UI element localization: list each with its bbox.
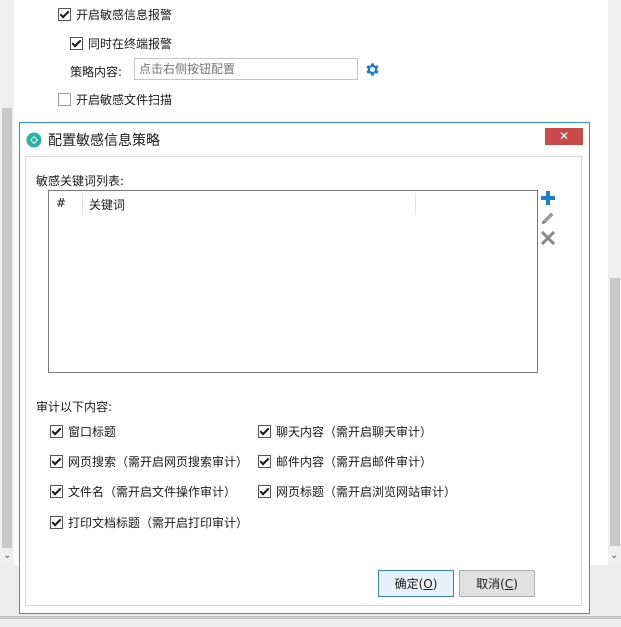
enable-alert-option[interactable]: 开启敏感信息报警 xyxy=(58,6,172,23)
file-scan-checkbox[interactable] xyxy=(58,93,71,106)
audit-option-label: 聊天内容（需开启聊天审计） xyxy=(276,425,433,439)
audit-checkbox[interactable] xyxy=(258,425,271,438)
ok-button-hotkey: O xyxy=(423,576,433,591)
audit-option-label: 网页标题（需开启浏览网站审计） xyxy=(276,485,457,499)
audit-checkbox[interactable] xyxy=(50,425,63,438)
audit-option-label: 邮件内容（需开启邮件审计） xyxy=(276,455,433,469)
file-scan-label: 开启敏感文件扫描 xyxy=(76,93,173,107)
audit-option-label: 网页搜索（需开启网页搜索审计） xyxy=(68,455,249,469)
audit-checkbox[interactable] xyxy=(50,516,63,529)
close-button[interactable]: ✕ xyxy=(545,128,583,145)
enable-alert-label: 开启敏感信息报警 xyxy=(76,8,173,22)
left-scrollbar[interactable]: ⌄ xyxy=(0,0,14,565)
audit-option-chat-content[interactable]: 聊天内容（需开启聊天审计） xyxy=(258,423,432,440)
audit-checkbox[interactable] xyxy=(50,455,63,468)
audit-option-web-search[interactable]: 网页搜索（需开启网页搜索审计） xyxy=(50,453,248,470)
cancel-button-hotkey: C xyxy=(504,576,514,591)
dialog-title-bar: 配置敏感信息策略 xyxy=(26,130,160,150)
audit-option-file-name[interactable]: 文件名（需开启文件操作审计） xyxy=(50,483,236,500)
cancel-button[interactable]: 取消(C) xyxy=(459,570,535,597)
scroll-down-arrow-icon[interactable]: ⌄ xyxy=(610,551,618,561)
terminal-alert-label: 同时在终端报警 xyxy=(88,37,173,51)
dialog-title: 配置敏感信息策略 xyxy=(48,133,160,149)
audit-checkbox[interactable] xyxy=(50,485,63,498)
audit-option-label: 打印文档标题（需开启打印审计） xyxy=(68,516,249,530)
keyword-table[interactable]: # 关键词 xyxy=(48,190,538,373)
left-scrollbar-thumb[interactable] xyxy=(2,108,12,548)
ok-button[interactable]: 确定(O) xyxy=(378,570,454,597)
close-icon: ✕ xyxy=(558,129,570,143)
ok-button-label: 确定( xyxy=(394,577,424,591)
dialog-logo-icon xyxy=(26,132,42,148)
audit-option-window-title[interactable]: 窗口标题 xyxy=(50,423,116,440)
policy-label: 策略内容: xyxy=(70,65,123,79)
audit-option-label: 窗口标题 xyxy=(68,425,117,439)
audit-option-email-content[interactable]: 邮件内容（需开启邮件审计） xyxy=(258,453,432,470)
audit-option-print-title[interactable]: 打印文档标题（需开启打印审计） xyxy=(50,514,248,531)
delete-icon[interactable] xyxy=(540,230,556,246)
cancel-button-label: 取消( xyxy=(476,577,505,591)
right-scrollbar[interactable]: ⌄ xyxy=(608,0,621,565)
enable-alert-checkbox[interactable] xyxy=(58,8,71,21)
column-header-keyword[interactable]: 关键词 xyxy=(89,196,125,213)
keyword-list-label: 敏感关键词列表: xyxy=(36,174,125,188)
add-icon[interactable] xyxy=(540,190,556,206)
ok-button-label-end: ) xyxy=(432,576,438,591)
bottom-divider xyxy=(0,616,621,619)
audit-checkbox[interactable] xyxy=(258,485,271,498)
audit-label: 审计以下内容: xyxy=(36,400,113,414)
column-separator xyxy=(82,193,83,215)
terminal-alert-option[interactable]: 同时在终端报警 xyxy=(70,35,172,52)
scroll-down-arrow-icon[interactable]: ⌄ xyxy=(3,551,11,561)
audit-option-label: 文件名（需开启文件操作审计） xyxy=(68,485,237,499)
gear-icon[interactable] xyxy=(364,61,381,78)
column-separator xyxy=(415,193,416,215)
column-header-index[interactable]: # xyxy=(56,196,66,210)
file-scan-option[interactable]: 开启敏感文件扫描 xyxy=(58,91,172,108)
terminal-alert-checkbox[interactable] xyxy=(70,37,83,50)
audit-checkbox[interactable] xyxy=(258,455,271,468)
cancel-button-label-end: ) xyxy=(513,576,518,591)
edit-icon[interactable] xyxy=(540,210,556,226)
policy-input[interactable] xyxy=(134,58,358,80)
audit-option-web-title[interactable]: 网页标题（需开启浏览网站审计） xyxy=(258,483,456,500)
right-scrollbar-thumb[interactable] xyxy=(610,278,620,546)
